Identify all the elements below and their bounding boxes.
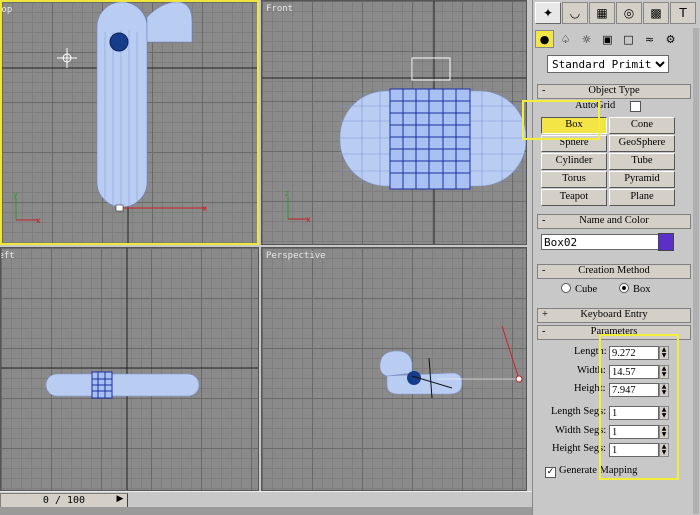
motion-icon[interactable]: ◎ — [616, 2, 642, 24]
chevron-right-icon[interactable]: ▶ — [114, 493, 126, 506]
panel-tabs: ✦ ◡ ▦ ◎ ▩ T — [535, 2, 696, 24]
viewport-top[interactable]: Top x y x — [0, 0, 259, 245]
cameras-icon[interactable]: ▣ — [598, 30, 617, 48]
primitive-type-dropdown[interactable]: Standard Primitiv — [547, 55, 669, 73]
cone-button[interactable]: Cone — [609, 117, 675, 134]
rollout-title: Object Type — [588, 85, 640, 96]
radio-circle-icon — [561, 283, 571, 293]
object-name-input[interactable] — [541, 234, 659, 250]
viewport-perspective[interactable]: Perspective — [261, 247, 527, 491]
left-scene — [1, 248, 258, 490]
lights-icon[interactable]: ☼ — [577, 30, 596, 48]
radio-cube[interactable]: Cube — [561, 283, 597, 295]
command-panel: ✦ ◡ ▦ ◎ ▩ T ● ♤ ☼ ▣ □ ≈ ⚙ Standard Primi… — [522, 0, 700, 515]
axis-gizmo: x y — [13, 190, 41, 225]
highlight-parameters — [599, 334, 679, 480]
perspective-scene — [379, 325, 523, 399]
svg-text:x: x — [306, 215, 311, 224]
systems-icon[interactable]: ⚙ — [661, 30, 680, 48]
svg-text:x: x — [36, 216, 41, 225]
frame-counter: 0 / 100 — [42, 495, 86, 506]
construction-line — [501, 325, 520, 380]
length-segs-label: Length Segs: — [551, 406, 607, 417]
rollout-title: Creation Method — [578, 265, 650, 276]
sphere-object — [109, 32, 129, 52]
move-cursor-icon — [57, 48, 77, 68]
plane-button[interactable]: Plane — [609, 189, 675, 206]
highlight-box-button — [522, 100, 600, 140]
box-wireframe — [389, 88, 471, 190]
svg-text:x: x — [202, 204, 207, 213]
rollout-keyboard-entry[interactable]: + Keyboard Entry — [537, 308, 691, 323]
rollout-title: Name and Color — [579, 215, 649, 226]
radio-box[interactable]: Box — [619, 283, 651, 295]
hierarchy-icon[interactable]: ▦ — [589, 2, 615, 24]
rollout-creation-method[interactable]: - Creation Method — [537, 264, 691, 279]
svg-text:z: z — [285, 189, 289, 198]
time-slider[interactable]: 0 / 100 — [0, 493, 128, 508]
capsule-wireframe — [96, 2, 193, 208]
viewport-left[interactable]: Left — [0, 247, 259, 491]
geosphere-button[interactable]: GeoSphere — [609, 135, 675, 152]
top-scene: x y x — [2, 2, 257, 243]
rollout-object-type[interactable]: - Object Type — [537, 84, 691, 99]
torus-button[interactable]: Torus — [541, 171, 607, 188]
modify-arc-icon[interactable]: ◡ — [562, 2, 588, 24]
height-segs-label: Height Segs: — [552, 443, 606, 454]
track-bar[interactable] — [0, 507, 532, 515]
viewport-front[interactable]: Front x z — [261, 0, 527, 245]
front-scene: x z — [262, 1, 526, 244]
teapot-button[interactable]: Teapot — [541, 189, 607, 206]
time-bar: 0 / 100 ▶ — [0, 491, 532, 508]
svg-text:y: y — [13, 190, 18, 199]
rollout-name-color[interactable]: - Name and Color — [537, 214, 691, 229]
display-icon[interactable]: ▩ — [643, 2, 669, 24]
geometry-icon[interactable]: ● — [535, 30, 554, 48]
object-color-swatch[interactable] — [658, 233, 674, 251]
helpers-icon[interactable]: □ — [619, 30, 638, 48]
capsule-wireframe — [45, 373, 200, 397]
spacewarps-icon[interactable]: ≈ — [640, 30, 659, 48]
rollout-title: Keyboard Entry — [580, 309, 648, 320]
shapes-icon[interactable]: ♤ — [556, 30, 575, 48]
radio-circle-icon — [619, 283, 629, 293]
box-wireframe — [91, 371, 113, 399]
cursor-star-icon[interactable]: ✦ — [535, 2, 561, 24]
axis-gizmo: x z — [285, 189, 311, 224]
category-bar: ● ♤ ☼ ▣ □ ≈ ⚙ — [535, 30, 680, 48]
pyramid-button[interactable]: Pyramid — [609, 171, 675, 188]
cylinder-button[interactable]: Cylinder — [541, 153, 607, 170]
hammer-icon[interactable]: T — [670, 2, 696, 24]
panel-scrollbar[interactable] — [693, 28, 699, 514]
autogrid-checkbox[interactable] — [630, 101, 641, 112]
generate-mapping-checkbox[interactable]: ✓ — [545, 467, 556, 478]
tube-button[interactable]: Tube — [609, 153, 675, 170]
